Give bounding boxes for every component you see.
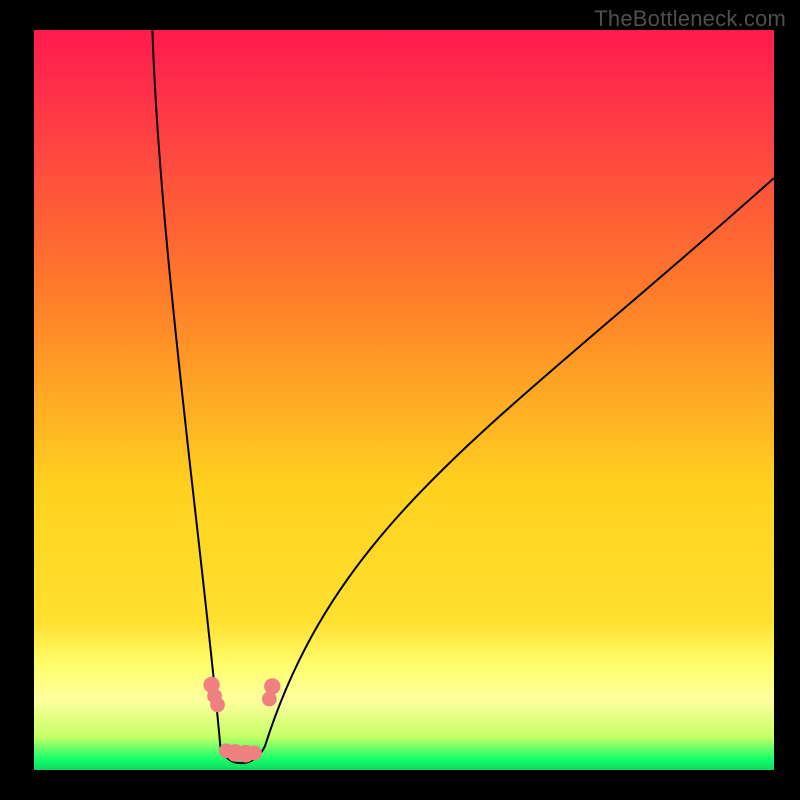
data-marker — [210, 697, 225, 712]
chart-background — [34, 30, 774, 770]
data-marker — [264, 678, 280, 694]
watermark-text: TheBottleneck.com — [594, 6, 786, 32]
chart-frame: TheBottleneck.com — [0, 0, 800, 800]
bottleneck-chart — [34, 30, 774, 770]
data-marker — [247, 746, 262, 761]
